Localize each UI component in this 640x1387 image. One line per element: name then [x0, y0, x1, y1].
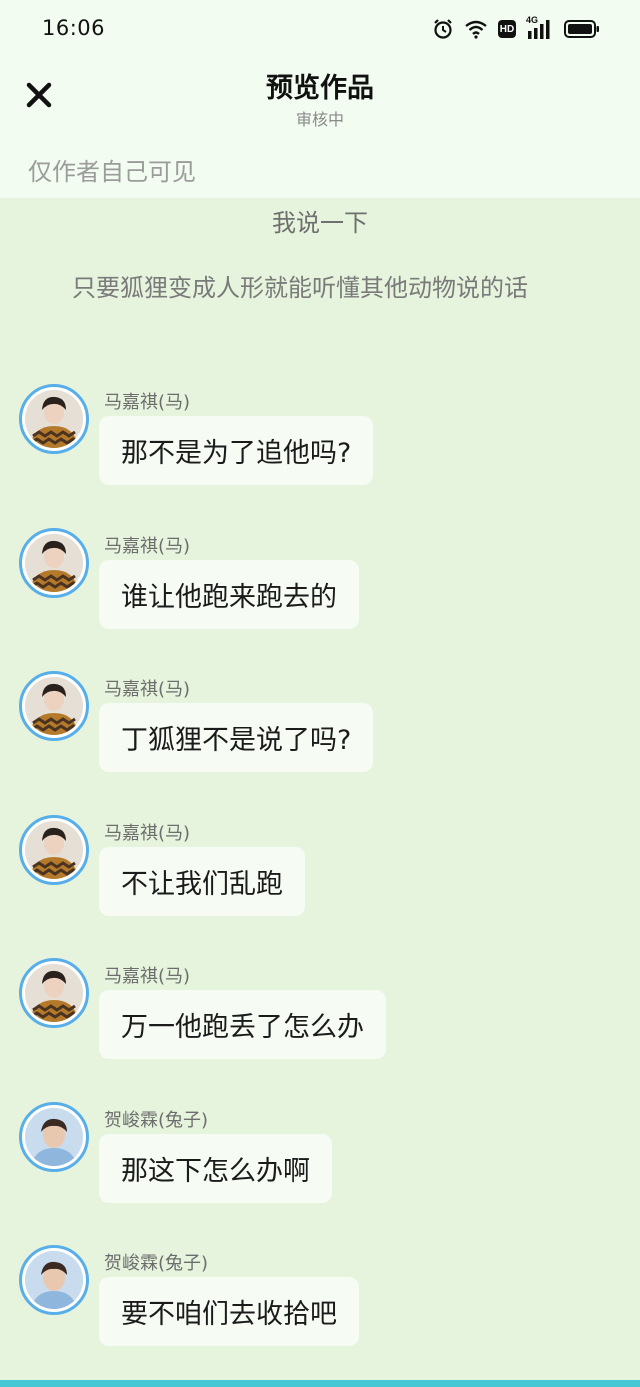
avatar[interactable]	[19, 815, 89, 885]
story-title: 我说一下	[272, 209, 368, 237]
avatar[interactable]	[19, 384, 89, 454]
sender-name: 马嘉祺(马)	[104, 392, 191, 413]
sender-name: 贺峻霖(兔子)	[104, 1253, 209, 1274]
avatar-image	[25, 821, 83, 879]
avatar[interactable]	[19, 958, 89, 1028]
avatar-image	[25, 677, 83, 735]
status-icons: HD 4G	[432, 15, 600, 42]
avatar-image	[25, 1108, 83, 1166]
message-bubble: 丁狐狸不是说了吗?	[99, 703, 374, 772]
message-bubble: 万一他跑丢了怎么办	[99, 990, 386, 1059]
narration-text: 只要狐狸变成人形就能听懂其他动物说的话	[72, 274, 528, 302]
bottom-bar	[0, 1380, 640, 1387]
alarm-icon	[432, 18, 454, 40]
avatar[interactable]	[19, 671, 89, 741]
chat-message: 马嘉祺(马) 那不是为了追他吗?	[0, 384, 640, 504]
sender-name: 马嘉祺(马)	[104, 679, 191, 700]
avatar-image	[25, 964, 83, 1022]
sender-name: 马嘉祺(马)	[104, 823, 191, 844]
chat-message: 马嘉祺(马) 万一他跑丢了怎么办	[0, 958, 640, 1078]
chat-message: 马嘉祺(马) 丁狐狸不是说了吗?	[0, 671, 640, 791]
visibility-note: 仅作者自己可见	[28, 158, 196, 186]
message-bubble: 不让我们乱跑	[99, 847, 305, 916]
avatar[interactable]	[19, 1102, 89, 1172]
avatar[interactable]	[19, 528, 89, 598]
battery-icon	[564, 19, 600, 39]
avatar-image	[25, 390, 83, 448]
sender-name: 马嘉祺(马)	[104, 966, 191, 987]
wifi-icon	[464, 19, 488, 39]
hd-icon: HD	[498, 20, 516, 38]
chat-message: 马嘉祺(马) 不让我们乱跑	[0, 815, 640, 935]
status-time: 16:06	[42, 16, 106, 40]
review-status: 审核中	[295, 110, 344, 129]
avatar-image	[25, 1251, 83, 1309]
sender-name: 马嘉祺(马)	[104, 536, 191, 557]
message-bubble: 那这下怎么办啊	[99, 1134, 332, 1203]
sender-name: 贺峻霖(兔子)	[104, 1110, 209, 1131]
chat-message: 贺峻霖(兔子) 要不咱们去收拾吧	[0, 1245, 640, 1365]
message-bubble: 那不是为了追他吗?	[99, 416, 374, 485]
chat-message: 马嘉祺(马) 谁让他跑来跑去的	[0, 528, 640, 648]
message-bubble: 谁让他跑来跑去的	[99, 560, 359, 629]
avatar[interactable]	[19, 1245, 89, 1315]
signal-4g-icon: 4G	[526, 15, 554, 40]
chat-message: 贺峻霖(兔子) 那这下怎么办啊	[0, 1102, 640, 1222]
page-title: 预览作品	[266, 73, 374, 104]
status-bar: 16:06 HD 4G	[0, 0, 640, 56]
avatar-image	[25, 534, 83, 592]
message-bubble: 要不咱们去收拾吧	[99, 1277, 359, 1346]
